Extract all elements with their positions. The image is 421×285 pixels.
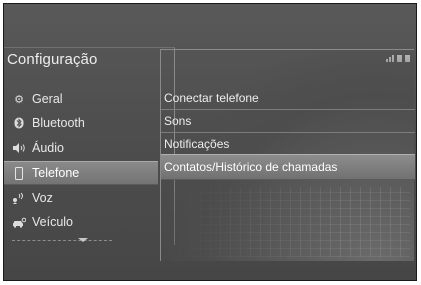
phone-icon xyxy=(12,166,26,180)
speaker-icon xyxy=(12,141,26,155)
head-unit-frame: Configuração ⚙ Geral Bluetooth Áudio Tel… xyxy=(3,3,417,281)
settings-sidebar: ⚙ Geral Bluetooth Áudio Telefone Voz Veí… xyxy=(4,47,175,245)
list-item-label: Sons xyxy=(164,114,192,128)
sidebar-item-label: Geral xyxy=(32,92,63,106)
list-item-contatos-historico[interactable]: Contatos/Histórico de chamadas xyxy=(161,154,415,180)
scroll-indicator xyxy=(12,240,112,242)
sidebar-item-label: Áudio xyxy=(32,141,64,155)
sidebar-item-label: Voz xyxy=(32,191,53,205)
sidebar-item-voz[interactable]: Voz xyxy=(4,186,158,210)
sidebar-item-bluetooth[interactable]: Bluetooth xyxy=(4,111,158,135)
background-grid-decoration xyxy=(180,187,410,257)
list-item-label: Conectar telefone xyxy=(164,91,259,105)
sidebar-item-label: Bluetooth xyxy=(32,116,85,130)
list-item-notificacoes[interactable]: Notificações xyxy=(161,133,415,156)
sidebar-item-veiculo[interactable]: Veículo xyxy=(4,210,158,234)
bluetooth-icon xyxy=(12,116,26,130)
chevron-down-icon[interactable] xyxy=(78,238,88,242)
list-item-conectar-telefone[interactable]: Conectar telefone xyxy=(161,87,415,110)
sidebar-item-telefone[interactable]: Telefone xyxy=(4,161,158,185)
list-item-label: Contatos/Histórico de chamadas xyxy=(164,160,338,174)
voice-icon xyxy=(12,191,26,205)
car-icon xyxy=(12,215,26,229)
sidebar-item-geral[interactable]: ⚙ Geral xyxy=(4,87,158,111)
list-item-label: Notificações xyxy=(164,137,230,151)
sidebar-item-label: Veículo xyxy=(32,215,74,229)
sidebar-item-audio[interactable]: Áudio xyxy=(4,136,158,160)
list-item-sons[interactable]: Sons xyxy=(161,110,415,133)
display-screen: Configuração ⚙ Geral Bluetooth Áudio Tel… xyxy=(4,4,416,280)
sidebar-item-label: Telefone xyxy=(32,166,80,180)
gear-icon: ⚙ xyxy=(14,93,24,106)
phone-settings-list: Conectar telefone Sons Notificações Cont… xyxy=(160,49,415,261)
